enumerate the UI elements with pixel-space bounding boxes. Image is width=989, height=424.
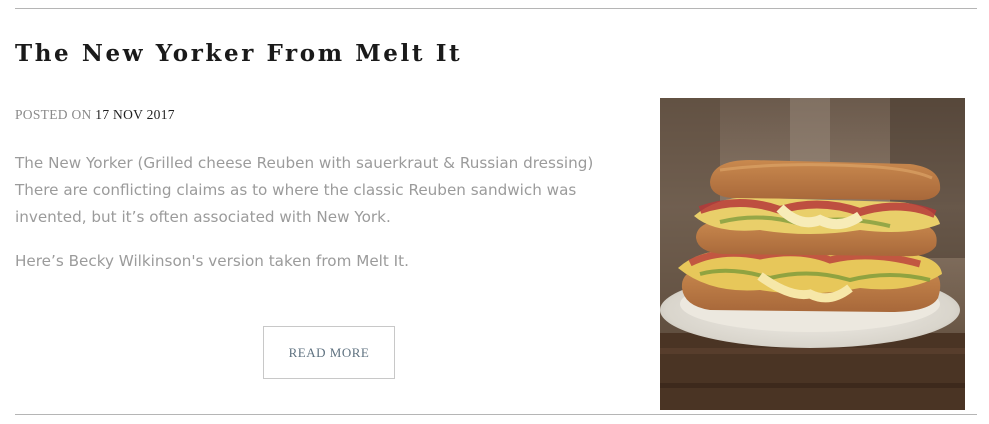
read-more-button[interactable]: READ MORE	[263, 326, 395, 379]
posted-on-label: POSTED ON	[15, 107, 92, 122]
bottom-divider	[15, 414, 977, 415]
excerpt-paragraph: The New Yorker (Grilled cheese Reuben wi…	[15, 154, 594, 226]
top-divider	[15, 8, 977, 9]
post-excerpt: The New Yorker (Grilled cheese Reuben wi…	[15, 150, 635, 292]
post-featured-image[interactable]	[660, 98, 965, 410]
post-meta: POSTED ON 17 NOV 2017	[15, 107, 175, 123]
post-title[interactable]: The New Yorker From Melt It	[15, 40, 462, 67]
posted-date: 17 NOV 2017	[95, 107, 175, 122]
excerpt-paragraph: Here’s Becky Wilkinson's version taken f…	[15, 252, 409, 270]
sandwich-photo-illustration	[660, 98, 965, 410]
